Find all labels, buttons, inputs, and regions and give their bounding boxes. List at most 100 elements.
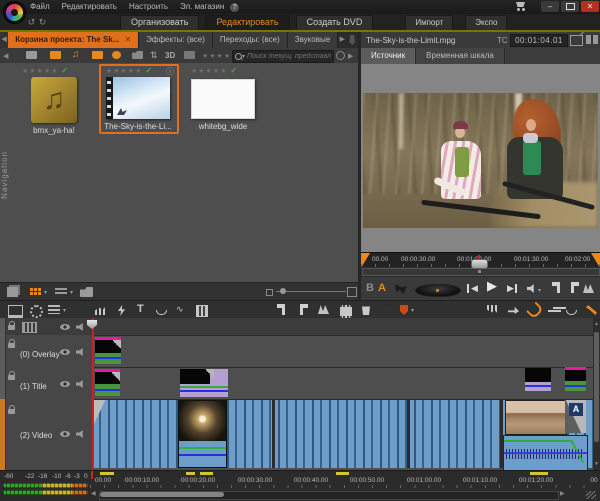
pin-icon[interactable] xyxy=(348,35,356,45)
split-clip-icon[interactable] xyxy=(583,284,594,293)
trash-icon[interactable] xyxy=(362,305,370,315)
send-to-timeline-icon[interactable] xyxy=(508,305,519,314)
marker-dropdown-icon[interactable]: ▾ xyxy=(411,307,414,314)
tab-transitions[interactable]: Переходы: (все) xyxy=(213,32,288,48)
hscroll-left-icon[interactable]: ◀ xyxy=(91,491,96,498)
title-speaker-icon[interactable] xyxy=(76,380,85,388)
video-asset-thumbnail[interactable] xyxy=(106,77,170,119)
title-lock-icon[interactable] xyxy=(8,375,15,380)
master-lock-icon[interactable] xyxy=(8,325,15,330)
tabs-scroll-left-icon[interactable]: ◀ xyxy=(0,32,8,48)
overlay-clip[interactable] xyxy=(95,337,121,364)
scroll-up-icon[interactable]: ▲ xyxy=(593,321,600,327)
player-scrubber-handle[interactable] xyxy=(471,259,488,269)
tab-organize[interactable]: Организовать xyxy=(120,15,199,31)
audio-mixer-icon[interactable] xyxy=(95,305,107,315)
asset-sky-selected[interactable]: ★★★★★✓ⓘ The-Sky-is-the-Li... xyxy=(102,66,174,131)
folder-icon[interactable] xyxy=(132,51,143,59)
magnet-snap-icon[interactable] xyxy=(526,302,544,320)
track-header-video[interactable]: (2) Video xyxy=(0,399,92,470)
tab-sound[interactable]: Звуковые xyxy=(288,32,338,48)
landscape-clip[interactable]: A xyxy=(503,400,586,470)
help-icon[interactable]: ? xyxy=(230,3,239,12)
audio-asset-thumbnail[interactable]: ♫ xyxy=(31,77,77,123)
asset-whitebg[interactable]: ★★★★★✓ whitebg_wide xyxy=(187,66,259,131)
close-button[interactable]: ✕ xyxy=(581,1,599,12)
timeline-mark-out-icon[interactable] xyxy=(300,304,303,315)
image-asset-thumbnail[interactable] xyxy=(191,79,255,119)
volume-icon[interactable] xyxy=(527,284,536,293)
timeline-marker[interactable] xyxy=(336,472,349,475)
title-tool-icon[interactable]: T xyxy=(137,303,144,315)
mark-in-icon[interactable] xyxy=(557,282,560,293)
scroll-down-icon[interactable]: ▼ xyxy=(593,461,600,467)
audio-levels-icon[interactable] xyxy=(487,305,499,315)
fullscreen-icon[interactable] xyxy=(570,35,583,46)
import-media-icon[interactable] xyxy=(26,51,37,59)
film-icon[interactable] xyxy=(340,305,352,318)
keyframe-line-icon[interactable] xyxy=(548,310,561,312)
fireworks-clip[interactable] xyxy=(178,400,227,468)
master-speaker-icon[interactable] xyxy=(76,323,85,331)
tab-edit[interactable]: Редактировать xyxy=(205,15,289,31)
video-speaker-icon[interactable] xyxy=(76,430,85,438)
title-clip-4[interactable] xyxy=(565,367,586,391)
track-header-overlay[interactable]: (0) Overlay xyxy=(0,335,92,368)
title-eye-icon[interactable] xyxy=(60,381,70,387)
timeline-lanes[interactable]: A xyxy=(92,318,593,470)
player-ruler[interactable]: 00.00 00:00:30.00 00:01:00.00 00:01:30.0… xyxy=(361,252,600,268)
audio-filter-icon[interactable]: ♫ xyxy=(72,49,80,58)
overlay-lock-icon[interactable] xyxy=(8,343,15,348)
overlay-speaker-icon[interactable] xyxy=(76,348,85,356)
asset-bmx[interactable]: ★★★★★✓ ♫ bmx_ya-ha! xyxy=(18,66,90,135)
wrench-tool-icon[interactable] xyxy=(586,305,597,315)
thumbnail-view-icon[interactable] xyxy=(30,288,41,295)
timeline-marker[interactable] xyxy=(186,472,195,475)
prev-frame-button[interactable]: ◀ xyxy=(471,282,478,294)
tab-close-icon[interactable]: ✕ xyxy=(124,35,131,44)
video-filter-icon[interactable] xyxy=(50,51,61,59)
zoom-slider-track[interactable] xyxy=(276,291,346,292)
video-eye-icon[interactable] xyxy=(60,431,70,437)
menu-store[interactable]: Эл. магазин xyxy=(174,0,230,14)
view-3d-icon[interactable]: 3D xyxy=(165,51,175,60)
player-scrollbar-thumb[interactable] xyxy=(362,268,600,276)
timeline-marker[interactable] xyxy=(100,472,114,475)
storyboard-icon[interactable] xyxy=(8,305,23,318)
cart-icon[interactable] xyxy=(514,1,530,11)
maximize-button[interactable] xyxy=(561,1,579,12)
scorefitter-icon[interactable]: ∿ xyxy=(176,304,184,315)
new-track-icon[interactable] xyxy=(22,322,37,333)
search-icon[interactable] xyxy=(235,53,242,60)
volume-envelope[interactable] xyxy=(504,440,571,442)
clock-icon[interactable] xyxy=(336,51,345,60)
timeline-playhead-line[interactable] xyxy=(92,318,94,470)
tab-timeline-view[interactable]: Временная шкала xyxy=(416,48,505,64)
thumbnail-view-dropdown-icon[interactable]: ▾ xyxy=(44,289,47,296)
list-view-dropdown-icon[interactable]: ▾ xyxy=(70,289,73,296)
dual-preview-icon[interactable] xyxy=(586,35,598,44)
copy-stack-icon[interactable] xyxy=(7,287,18,297)
photo-filter-icon[interactable] xyxy=(92,51,103,59)
tab-source[interactable]: Источник xyxy=(361,48,416,64)
pan-line[interactable] xyxy=(504,452,587,454)
zoom-slider-handle[interactable] xyxy=(280,288,286,294)
list-view-icon[interactable] xyxy=(55,288,67,296)
timeline-marker[interactable] xyxy=(200,472,213,475)
tab-effects[interactable]: Эффекты: (все) xyxy=(139,32,213,48)
window-resize-grip[interactable] xyxy=(586,491,596,499)
video-frame[interactable] xyxy=(363,93,598,228)
track-layers-dropdown-icon[interactable]: ▾ xyxy=(63,307,66,314)
vertical-scroll-thumb[interactable] xyxy=(594,332,599,442)
tab-project-bin[interactable]: Корзина проекта: The Sk...✕ xyxy=(8,32,139,48)
title-clip-1[interactable] xyxy=(95,369,120,396)
track-layers-icon[interactable] xyxy=(48,305,60,314)
rating-stars[interactable]: ★★★★★ xyxy=(22,68,58,75)
redo-icon[interactable]: ↻ xyxy=(37,17,48,28)
menu-edit[interactable]: Редактировать xyxy=(56,0,123,14)
multitrack-icon[interactable] xyxy=(196,305,208,317)
timeline-vertical-scrollbar[interactable]: ▲ ▼ xyxy=(593,318,600,470)
tab-create-dvd[interactable]: Создать DVD xyxy=(296,15,374,31)
tab-export[interactable]: Экспо xyxy=(465,15,507,31)
mark-out-icon[interactable] xyxy=(571,282,574,293)
